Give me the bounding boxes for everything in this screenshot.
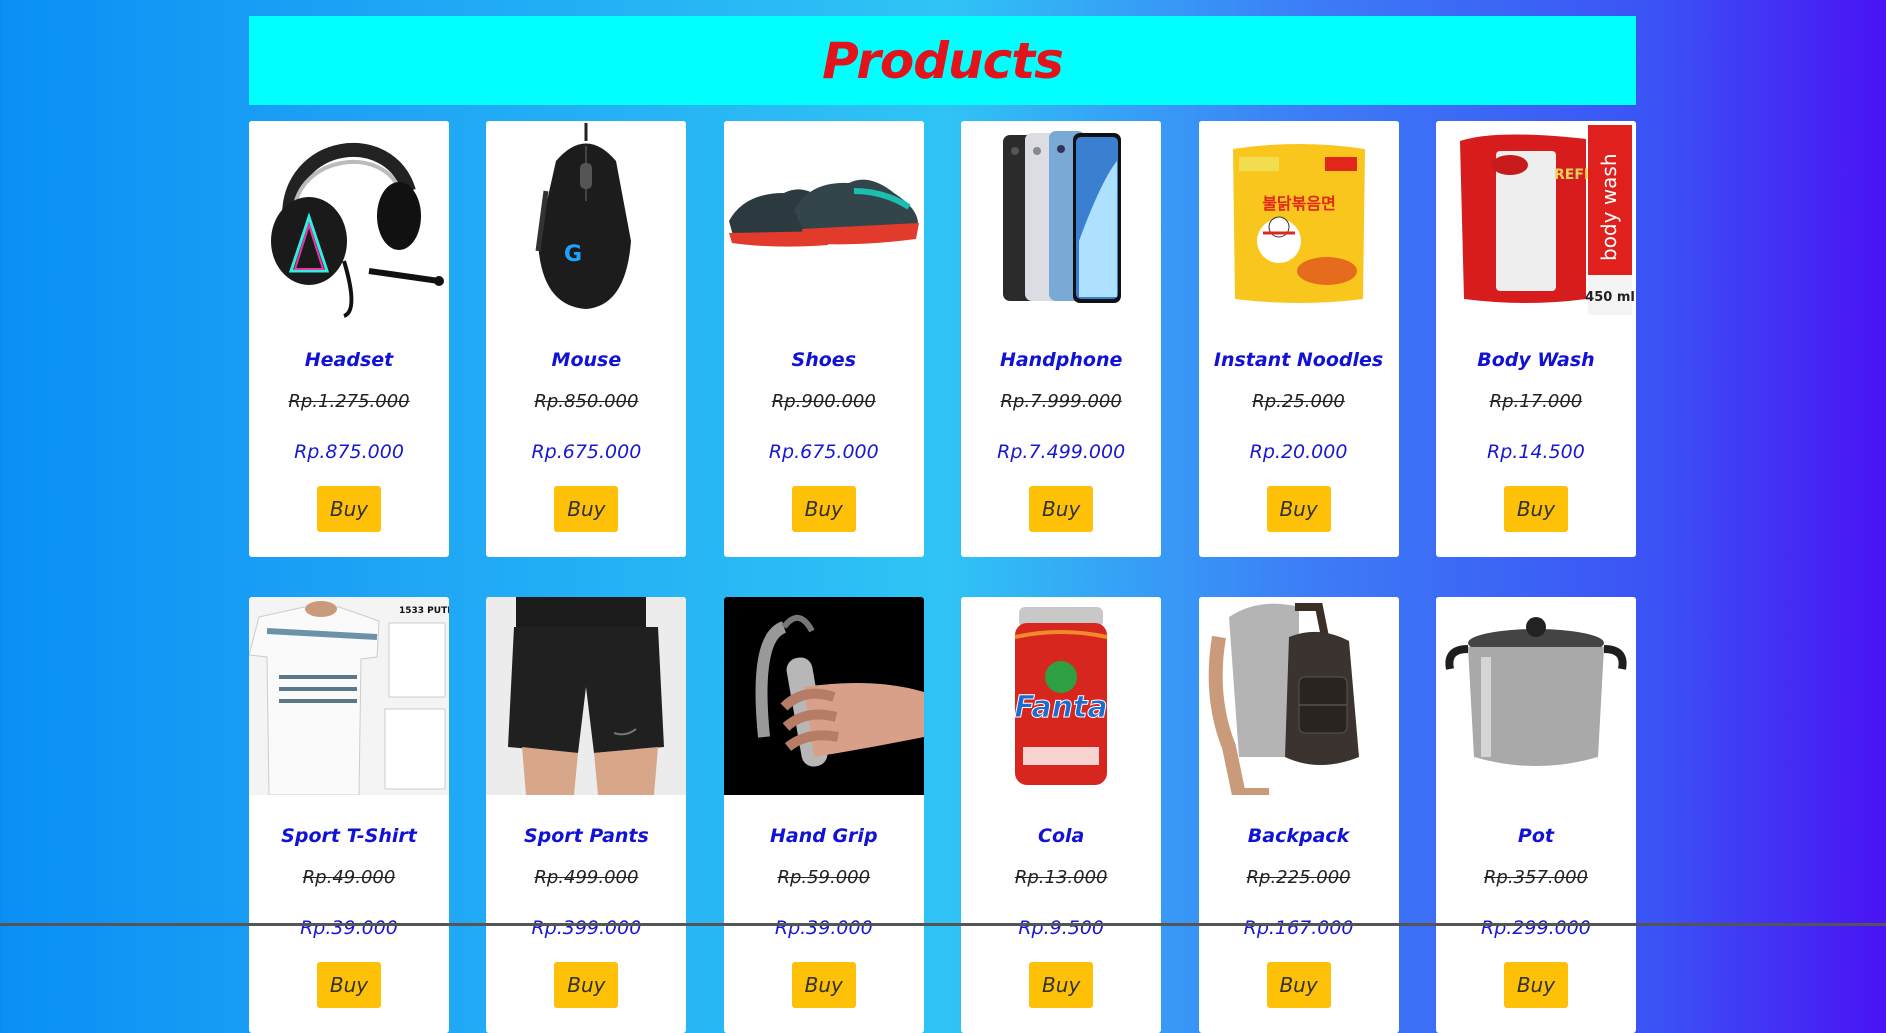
product-card-instant-noodles: 불닭볶음면 Instant Noodles Rp.25.000 Rp.20.00… xyxy=(1198,121,1399,557)
product-card-sport-tshirt: 1533 PUTIH Sport T-Shirt Rp.49.000 Rp.39… xyxy=(249,597,449,1033)
buy-button[interactable]: Buy xyxy=(791,962,856,1008)
product-row-1: Headset Rp.1.275.000 Rp.875.000 Buy G Mo… xyxy=(249,121,1636,557)
buy-button[interactable]: Buy xyxy=(1029,962,1094,1008)
product-old-price: Rp.1.275.000 xyxy=(288,391,410,412)
product-new-price: Rp.299.000 xyxy=(1481,917,1591,939)
product-name: Shoes xyxy=(791,349,857,371)
product-new-price: Rp.675.000 xyxy=(768,441,879,463)
product-name: Hand Grip xyxy=(770,825,878,847)
product-name: Cola xyxy=(1038,825,1085,847)
product-name: Body Wash xyxy=(1477,349,1595,371)
buy-button[interactable]: Buy xyxy=(1266,962,1331,1008)
product-name: Handphone xyxy=(999,349,1123,371)
product-name: Headset xyxy=(304,349,394,371)
buy-button[interactable]: Buy xyxy=(317,486,381,532)
buy-button[interactable]: Buy xyxy=(554,962,619,1008)
body-wash-volume-text: 450 ml xyxy=(1585,290,1635,305)
product-name: Pot xyxy=(1517,825,1554,847)
svg-text:G: G xyxy=(564,242,582,267)
product-card-hand-grip: Hand Grip Rp.59.000 Rp.39.000 Buy xyxy=(723,597,924,1033)
product-old-price: Rp.49.000 xyxy=(302,867,396,888)
product-new-price: Rp.675.000 xyxy=(531,441,642,463)
product-old-price: Rp.357.000 xyxy=(1483,867,1588,888)
handphone-image xyxy=(961,121,1162,319)
buy-button[interactable]: Buy xyxy=(1029,486,1094,532)
product-new-price: Rp.167.000 xyxy=(1243,917,1354,939)
page-container: Products Headset Rp.1.275.000 Rp.875.000… xyxy=(249,16,1636,1033)
product-old-price: Rp.59.000 xyxy=(777,867,871,888)
product-name: Sport Pants xyxy=(523,825,649,847)
headset-image xyxy=(249,121,449,319)
product-new-price: Rp.39.000 xyxy=(774,917,873,939)
page-header: Products xyxy=(249,16,1636,105)
product-card-shoes: Shoes Rp.900.000 Rp.675.000 Buy xyxy=(723,121,924,557)
buy-button[interactable]: Buy xyxy=(554,486,619,532)
product-old-price: Rp.900.000 xyxy=(771,391,876,412)
product-name: Instant Noodles xyxy=(1213,349,1384,371)
product-new-price: Rp.20.000 xyxy=(1249,441,1348,463)
cola-brand-text: Fanta xyxy=(1015,690,1108,725)
mouse-image: G xyxy=(486,121,687,319)
product-new-price: Rp.399.000 xyxy=(531,917,642,939)
cola-image: Fanta xyxy=(961,597,1162,795)
product-name: Sport T-Shirt xyxy=(281,825,417,847)
product-card-sport-pants: Sport Pants Rp.499.000 Rp.399.000 Buy xyxy=(486,597,687,1033)
product-old-price: Rp.13.000 xyxy=(1014,867,1108,888)
pants-image xyxy=(486,597,687,795)
backpack-image xyxy=(1198,597,1399,795)
product-old-price: Rp.850.000 xyxy=(534,391,639,412)
product-old-price: Rp.7.999.000 xyxy=(1000,391,1122,412)
pot-image xyxy=(1435,597,1636,795)
noodles-image: 불닭볶음면 xyxy=(1198,121,1399,319)
product-card-handphone: Handphone Rp.7.999.000 Rp.7.499.000 Buy xyxy=(961,121,1162,557)
tshirt-image: 1533 PUTIH xyxy=(249,597,449,795)
product-old-price: Rp.25.000 xyxy=(1252,391,1345,412)
tshirt-tag-text: 1533 PUTIH xyxy=(399,606,449,616)
shoes-image xyxy=(723,121,924,319)
product-card-headset: Headset Rp.1.275.000 Rp.875.000 Buy xyxy=(249,121,449,557)
product-new-price: Rp.7.499.000 xyxy=(997,441,1126,463)
hand-grip-image xyxy=(723,597,924,795)
product-new-price: Rp.39.000 xyxy=(300,917,398,939)
buy-button[interactable]: Buy xyxy=(317,962,381,1008)
product-old-price: Rp.225.000 xyxy=(1246,867,1351,888)
product-new-price: Rp.14.500 xyxy=(1487,441,1585,463)
product-name: Mouse xyxy=(551,349,622,371)
product-name: Backpack xyxy=(1247,825,1350,847)
product-old-price: Rp.17.000 xyxy=(1489,391,1583,412)
product-row-2: 1533 PUTIH Sport T-Shirt Rp.49.000 Rp.39… xyxy=(249,597,1636,1033)
product-new-price: Rp.9.500 xyxy=(1018,917,1105,939)
product-card-pot: Pot Rp.357.000 Rp.299.000 Buy xyxy=(1435,597,1636,1033)
buy-button[interactable]: Buy xyxy=(1503,486,1568,532)
buy-button[interactable]: Buy xyxy=(791,486,856,532)
noodle-brand-text: 불닭볶음면 xyxy=(1262,194,1336,213)
product-card-body-wash: REFILL body wash 450 ml Body Wash Rp.17.… xyxy=(1435,121,1636,557)
product-old-price: Rp.499.000 xyxy=(534,867,639,888)
product-new-price: Rp.875.000 xyxy=(294,441,404,463)
buy-button[interactable]: Buy xyxy=(1266,486,1331,532)
product-card-mouse: G Mouse Rp.850.000 Rp.675.000 Buy xyxy=(486,121,687,557)
body-wash-label-text: body wash xyxy=(1597,153,1621,261)
page-title: Products xyxy=(822,31,1064,90)
product-card-backpack: Backpack Rp.225.000 Rp.167.000 Buy xyxy=(1198,597,1399,1033)
body-wash-image: REFILL body wash 450 ml xyxy=(1435,121,1636,319)
product-card-cola: Fanta Cola Rp.13.000 Rp.9.500 Buy xyxy=(961,597,1162,1033)
buy-button[interactable]: Buy xyxy=(1503,962,1568,1008)
